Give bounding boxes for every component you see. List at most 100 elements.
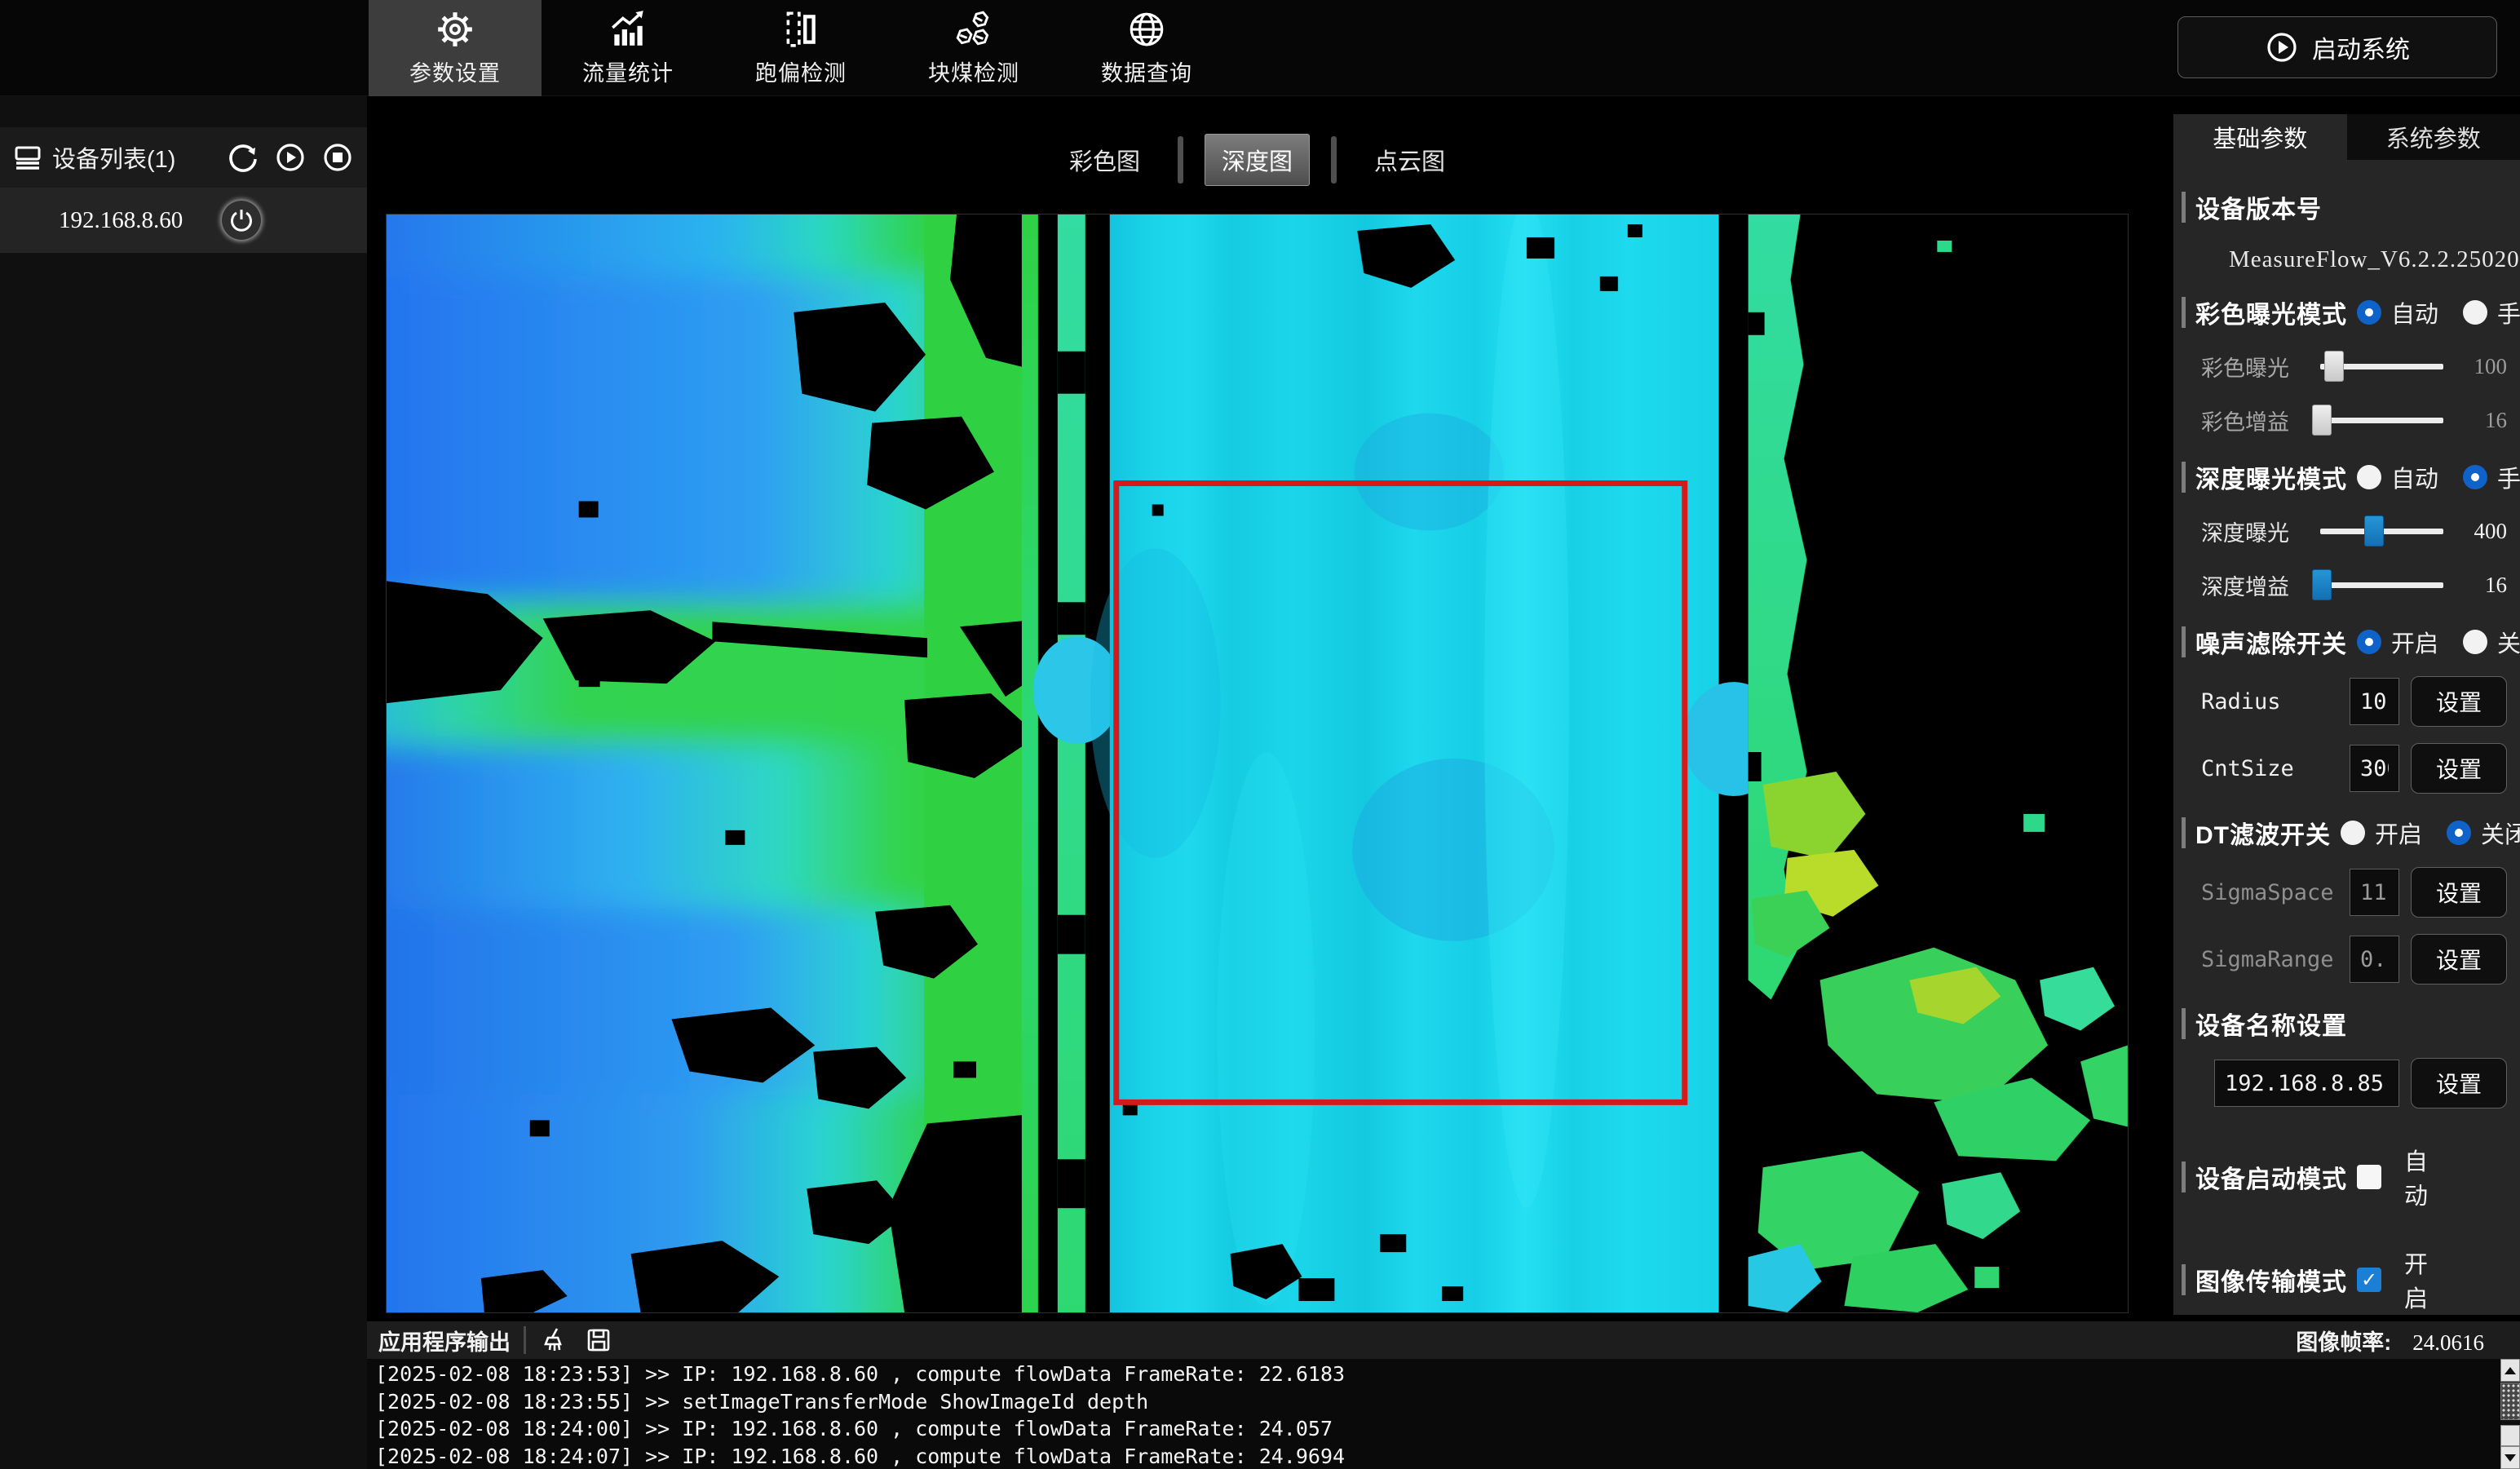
device-name-input[interactable] xyxy=(2214,1060,2399,1107)
parameter-panel: 基础参数 系统参数 设备版本号 MeasureFlow_V6.2.2.25020… xyxy=(2173,114,2520,1315)
log-header: 应用程序输出 图像帧率: 24.0616 xyxy=(367,1321,2520,1359)
cntsize-input[interactable] xyxy=(2350,745,2399,792)
device-name-set-button[interactable]: 设置 xyxy=(2411,1058,2507,1108)
toolbar-item-label: 跑偏检测 xyxy=(755,55,847,87)
sigmaspace-input[interactable] xyxy=(2350,869,2399,916)
dt-filter-on-radio[interactable] xyxy=(2341,821,2365,845)
globe-icon xyxy=(1126,9,1167,50)
log-line: [2025-02-08 18:24:07] >> IP: 192.168.8.6… xyxy=(375,1443,2500,1469)
toolbar-item-data-query[interactable]: 数据查询 xyxy=(1060,0,1233,96)
tab-depth-image[interactable]: 深度图 xyxy=(1205,134,1310,186)
tab-system-params[interactable]: 系统参数 xyxy=(2347,114,2520,160)
device-ip: 192.168.8.60 xyxy=(59,207,183,234)
app-window: { "colors": { "accent_blue": "#1a7fd0", … xyxy=(0,0,2520,1469)
start-all-devices-button[interactable] xyxy=(272,139,308,175)
device-power-button[interactable] xyxy=(222,201,261,240)
tab-separator xyxy=(1331,136,1337,184)
framerate-label: 图像帧率: xyxy=(2296,1325,2391,1356)
depth-gain-slider-row: 深度增益 16 xyxy=(2201,567,2507,603)
section-accent-bar xyxy=(2182,817,2186,848)
device-version-value: MeasureFlow_V6.2.2.250207 xyxy=(2229,246,2507,273)
start-system-button[interactable]: 启动系统 xyxy=(2177,16,2497,78)
depth-exposure-slider[interactable] xyxy=(2320,513,2443,549)
radius-input[interactable] xyxy=(2350,678,2399,725)
section-noise-filter: 噪声滤除开关 开启 关闭 xyxy=(2182,624,2507,660)
log-output: [2025-02-08 18:23:53] >> IP: 192.168.8.6… xyxy=(367,1359,2500,1469)
scroll-down-button[interactable] xyxy=(2500,1446,2520,1469)
section-accent-bar xyxy=(2182,462,2186,493)
framerate-value: 24.0616 xyxy=(2412,1330,2484,1356)
color-gain-handle[interactable] xyxy=(2312,405,2332,436)
device-list-title: 设备列表(1) xyxy=(52,140,175,175)
save-log-button[interactable] xyxy=(583,1325,614,1356)
depth-exposure-manual-radio[interactable] xyxy=(2463,465,2487,489)
sigmarange-set-button[interactable]: 设置 xyxy=(2411,934,2507,984)
color-exposure-handle[interactable] xyxy=(2324,351,2344,382)
coal-blocks-icon xyxy=(953,9,994,50)
device-list-header: 设备列表(1) xyxy=(0,127,367,188)
sigmarange-field-row: SigmaRange 设置 xyxy=(2201,934,2507,984)
device-start-auto-checkbox[interactable] xyxy=(2357,1165,2381,1189)
radius-set-button[interactable]: 设置 xyxy=(2411,676,2507,727)
dt-filter-off-radio[interactable] xyxy=(2447,821,2471,845)
scroll-up-button[interactable] xyxy=(2500,1359,2520,1382)
cntsize-set-button[interactable]: 设置 xyxy=(2411,743,2507,794)
depth-exposure-auto-radio[interactable] xyxy=(2357,465,2381,489)
noise-filter-on-radio[interactable] xyxy=(2357,630,2381,654)
sigmaspace-field-row: SigmaSpace 设置 xyxy=(2201,867,2507,918)
device-row[interactable]: 192.168.8.60 xyxy=(0,188,367,253)
start-system-label: 启动系统 xyxy=(2312,29,2410,65)
toolbar-item-flow-stats[interactable]: 流量统计 xyxy=(542,0,714,96)
section-accent-bar xyxy=(2182,1008,2186,1039)
section-image-transfer-mode: 图像传输模式 ✓ 开启 xyxy=(2182,1246,2507,1314)
toolbar-buttons: 参数设置 流量统计 跑偏检测 xyxy=(369,0,1233,96)
sigmarange-input[interactable] xyxy=(2350,936,2399,983)
depth-gain-handle[interactable] xyxy=(2312,569,2332,600)
color-gain-slider-row: 彩色增益 16 xyxy=(2201,402,2507,438)
section-device-name: 设备名称设置 xyxy=(2182,1006,2507,1042)
parameter-tabs: 基础参数 系统参数 xyxy=(2173,114,2520,160)
section-device-version: 设备版本号 xyxy=(2182,189,2507,225)
log-line: [2025-02-08 18:23:53] >> IP: 192.168.8.6… xyxy=(375,1361,2500,1388)
depth-map-viewport[interactable] xyxy=(386,214,2129,1313)
toolbar-item-coal-detect[interactable]: 块煤检测 xyxy=(887,0,1060,96)
device-name-field-row: 设置 xyxy=(2214,1058,2507,1108)
deviation-detect-icon xyxy=(780,9,821,50)
section-accent-bar xyxy=(2182,297,2186,328)
tab-point-cloud[interactable]: 点云图 xyxy=(1358,135,1461,185)
noise-filter-off-radio[interactable] xyxy=(2463,630,2487,654)
log-scrollbar[interactable] xyxy=(2500,1359,2520,1469)
log-line: [2025-02-08 18:24:00] >> IP: 192.168.8.6… xyxy=(375,1415,2500,1443)
color-gain-value: 16 xyxy=(2455,408,2507,433)
sigmaspace-set-button[interactable]: 设置 xyxy=(2411,867,2507,918)
gear-icon xyxy=(435,9,475,50)
section-device-start-mode: 设备启动模式 自动 xyxy=(2182,1143,2507,1211)
depth-map-image[interactable] xyxy=(387,215,2128,1312)
scrollbar-page-button[interactable] xyxy=(2500,1425,2520,1446)
scrollbar-thumb[interactable] xyxy=(2500,1383,2520,1420)
refresh-devices-button[interactable] xyxy=(225,139,261,175)
clear-log-button[interactable] xyxy=(539,1325,570,1356)
tab-color-image[interactable]: 彩色图 xyxy=(1053,135,1156,185)
toolbar-item-label: 数据查询 xyxy=(1101,55,1192,87)
stop-all-devices-button[interactable] xyxy=(320,139,356,175)
color-exposure-slider[interactable] xyxy=(2320,348,2443,384)
section-accent-bar xyxy=(2182,626,2186,657)
top-toolbar: 参数设置 流量统计 跑偏检测 xyxy=(0,0,2520,96)
depth-gain-slider[interactable] xyxy=(2320,567,2443,603)
color-gain-slider[interactable] xyxy=(2320,402,2443,438)
color-exposure-auto-radio[interactable] xyxy=(2357,300,2381,325)
bar-chart-icon xyxy=(608,9,648,50)
image-transfer-on-checkbox[interactable]: ✓ xyxy=(2357,1268,2381,1292)
depth-exposure-handle[interactable] xyxy=(2364,515,2384,546)
toolbar-item-deviation-detect[interactable]: 跑偏检测 xyxy=(714,0,887,96)
tab-basic-params[interactable]: 基础参数 xyxy=(2173,114,2347,160)
section-accent-bar xyxy=(2182,192,2186,223)
toolbar-item-param-settings[interactable]: 参数设置 xyxy=(369,0,542,96)
toolbar-item-label: 参数设置 xyxy=(409,55,501,87)
image-view-tabs: 彩色图 深度图 点云图 xyxy=(386,131,2129,189)
device-list-icon xyxy=(11,141,44,174)
color-exposure-slider-row: 彩色曝光 100 xyxy=(2201,348,2507,384)
depth-exposure-value: 400 xyxy=(2455,519,2507,544)
color-exposure-manual-radio[interactable] xyxy=(2463,300,2487,325)
